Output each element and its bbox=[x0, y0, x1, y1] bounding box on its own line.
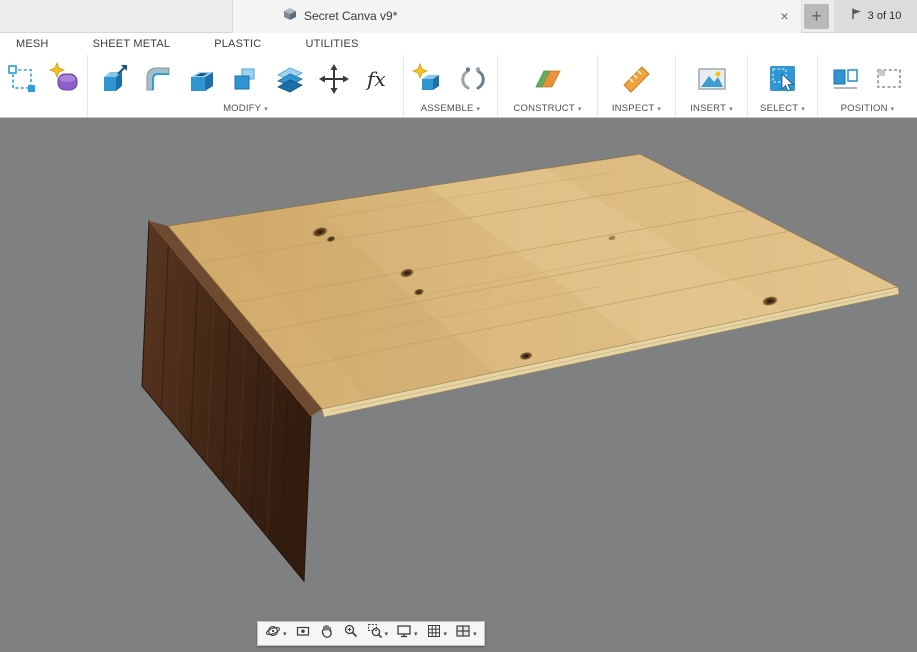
toolbar-group-construct: CONSTRUCT bbox=[498, 55, 598, 117]
tab-sheet-metal[interactable]: SHEET METAL bbox=[93, 38, 171, 50]
group-label-construct[interactable]: CONSTRUCT bbox=[498, 103, 597, 114]
capture-position-button[interactable] bbox=[827, 59, 865, 99]
joint-icon bbox=[456, 62, 490, 96]
group-label-modify[interactable]: MODIFY bbox=[88, 103, 403, 114]
construct-plane-button[interactable] bbox=[529, 59, 567, 99]
wood-panel-model bbox=[141, 153, 900, 583]
fillet-button[interactable] bbox=[139, 59, 177, 99]
toolbar-group-modify: fx MODIFY bbox=[88, 55, 404, 117]
ribbon-tab-bar: MESH SHEET METAL PLASTIC UTILITIES bbox=[0, 33, 917, 55]
grid-settings-button[interactable] bbox=[426, 623, 448, 644]
capture-position-icon bbox=[829, 62, 863, 96]
document-title: Secret Canva v9* bbox=[304, 9, 398, 23]
grid-display-icon bbox=[426, 623, 442, 644]
viewport-3d[interactable] bbox=[0, 118, 917, 652]
create-form-button[interactable] bbox=[47, 59, 85, 99]
insert-canvas-button[interactable] bbox=[693, 59, 731, 99]
press-pull-button[interactable] bbox=[95, 59, 133, 99]
multiple-views-icon bbox=[455, 623, 471, 644]
document-cube-icon bbox=[283, 7, 297, 26]
toolbar-group-inspect: INSPECT bbox=[598, 55, 676, 117]
measure-button[interactable] bbox=[618, 59, 656, 99]
close-tab-button[interactable]: × bbox=[776, 8, 793, 25]
fusion-window: Secret Canva v9* × + 3 of 10 MESH SHEET … bbox=[0, 0, 917, 652]
combine-button[interactable] bbox=[227, 59, 265, 99]
version-flag-icon bbox=[850, 7, 863, 25]
zoom-button[interactable] bbox=[343, 623, 359, 644]
shell-button[interactable] bbox=[183, 59, 221, 99]
zoom-icon bbox=[343, 623, 359, 644]
combine-icon bbox=[229, 62, 263, 96]
tab-utilities[interactable]: UTILITIES bbox=[305, 38, 358, 50]
toolbar-group-insert: INSERT bbox=[676, 55, 748, 117]
canvas-icon bbox=[695, 62, 729, 96]
joint-button[interactable] bbox=[454, 59, 492, 99]
new-tab-button[interactable]: + bbox=[804, 4, 829, 29]
new-component-icon bbox=[411, 62, 446, 96]
tab-counter[interactable]: 3 of 10 bbox=[834, 0, 917, 32]
move-copy-icon bbox=[317, 62, 351, 96]
zoom-window-button[interactable] bbox=[367, 623, 389, 644]
orbit-icon bbox=[265, 623, 281, 644]
tab-counter-label: 3 of 10 bbox=[867, 10, 902, 22]
toolbar-group-position: POSITION bbox=[818, 55, 917, 117]
pan-hand-icon bbox=[319, 623, 335, 644]
document-tab[interactable]: Secret Canva v9* × bbox=[232, 0, 802, 33]
toolbar-ribbon: fx MODIFY ▾ ASSEMBLE ▾ CONSTRUCT ▾ INSPE… bbox=[0, 55, 917, 118]
construct-plane-icon bbox=[531, 62, 565, 96]
look-at-button[interactable] bbox=[295, 623, 311, 644]
change-parameters-button[interactable]: fx bbox=[359, 59, 397, 99]
orbit-button[interactable] bbox=[265, 623, 287, 644]
tab-mesh[interactable]: MESH bbox=[16, 38, 49, 50]
toolbar-group-select: SELECT bbox=[748, 55, 818, 117]
pan-button[interactable] bbox=[319, 623, 335, 644]
create-sketch-icon bbox=[6, 63, 38, 95]
display-settings-icon bbox=[396, 623, 412, 644]
new-component-button[interactable] bbox=[410, 59, 448, 99]
toolbar-group-create bbox=[0, 55, 88, 117]
measure-icon bbox=[620, 62, 654, 96]
toolbar-group-assemble: ASSEMBLE bbox=[404, 55, 498, 117]
svg-text:fx: fx bbox=[365, 67, 386, 91]
group-label-select[interactable]: SELECT bbox=[748, 103, 817, 114]
fillet-icon bbox=[141, 62, 175, 96]
press-pull-icon bbox=[97, 62, 131, 96]
revert-position-icon bbox=[873, 62, 907, 96]
group-label-insert[interactable]: INSERT bbox=[676, 103, 747, 114]
offset-face-button[interactable] bbox=[271, 59, 309, 99]
group-label-assemble[interactable]: ASSEMBLE bbox=[404, 103, 497, 114]
tab-plastic[interactable]: PLASTIC bbox=[214, 38, 261, 50]
titlebar: Secret Canva v9* × + 3 of 10 bbox=[0, 0, 917, 33]
move-copy-button[interactable] bbox=[315, 59, 353, 99]
shell-icon bbox=[185, 62, 219, 96]
multiple-views-button[interactable] bbox=[455, 623, 477, 644]
select-icon bbox=[766, 62, 800, 96]
zoom-window-icon bbox=[367, 623, 383, 644]
look-at-icon bbox=[295, 623, 311, 644]
display-settings-button[interactable] bbox=[396, 623, 418, 644]
view-navigation-bar bbox=[257, 621, 485, 646]
create-form-icon bbox=[48, 62, 83, 96]
group-label-inspect[interactable]: INSPECT bbox=[598, 103, 675, 114]
parameters-fx-icon: fx bbox=[361, 62, 395, 96]
select-button[interactable] bbox=[764, 59, 802, 99]
create-sketch-button[interactable] bbox=[3, 59, 41, 99]
group-label-position[interactable]: POSITION bbox=[818, 103, 917, 114]
revert-position-button[interactable] bbox=[871, 59, 909, 99]
offset-face-icon bbox=[273, 62, 307, 96]
